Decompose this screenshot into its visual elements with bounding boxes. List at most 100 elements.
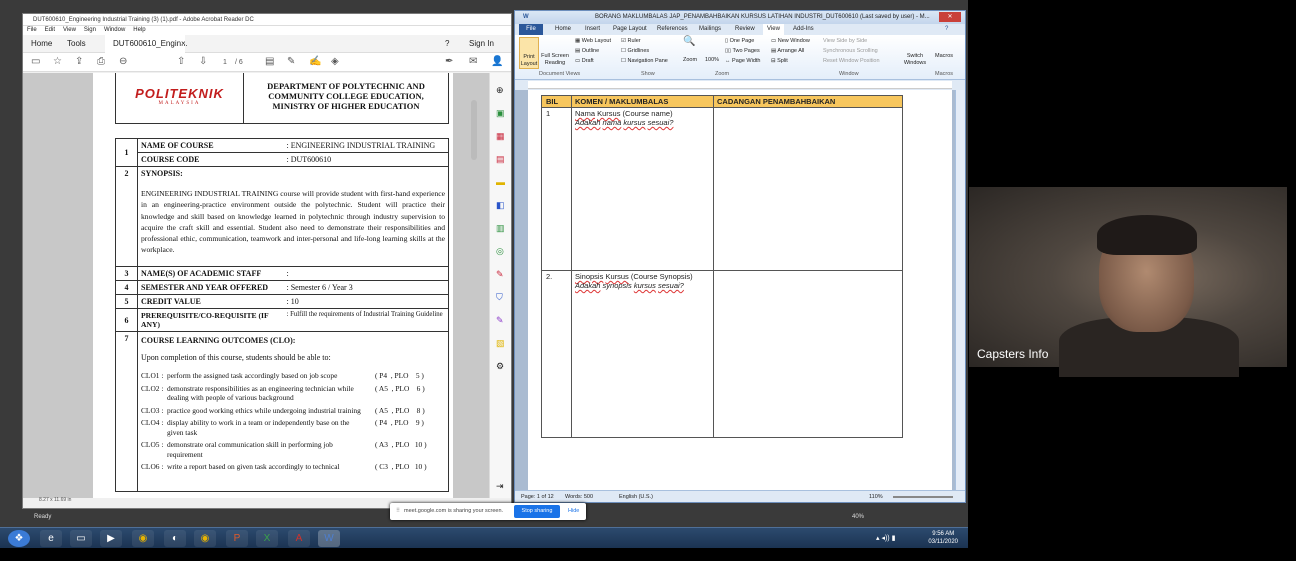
feedback-item-1[interactable]: Nama Kursus (Course name) Adakah nama ku… — [571, 107, 714, 271]
page-count[interactable]: Page: 1 of 12 — [521, 491, 554, 503]
switch-windows-button[interactable]: Switch Windows — [901, 53, 929, 67]
fill-icon[interactable]: ✎ — [496, 315, 504, 326]
one-page-button[interactable]: ▯ One Page — [725, 38, 754, 45]
split-button[interactable]: ⊟ Split — [771, 58, 788, 65]
language[interactable]: English (U.S.) — [619, 491, 653, 503]
tab-home[interactable]: Home — [31, 35, 52, 53]
app-icon[interactable]: ◐ — [164, 530, 186, 547]
full-screen-button[interactable]: Full Screen Reading — [541, 53, 569, 67]
menu-sign[interactable]: Sign — [84, 27, 96, 33]
media-icon[interactable]: ▶ — [100, 530, 122, 547]
new-window-button[interactable]: ▭ New Window — [771, 38, 810, 45]
menu-view[interactable]: View — [63, 27, 76, 33]
export-pdf-icon[interactable]: ▣ — [496, 108, 505, 119]
highlight-icon[interactable]: ✎ — [287, 57, 295, 67]
save-icon[interactable]: ▭ — [31, 57, 40, 67]
close-window-button[interactable]: ✕ — [939, 12, 961, 22]
zoom-100-button[interactable]: 100% — [705, 57, 719, 64]
menu-file[interactable]: File — [27, 27, 37, 33]
ruler-checkbox[interactable]: ☑ Ruler — [621, 38, 641, 45]
zoom-button[interactable]: Zoom — [683, 57, 697, 64]
tab-view[interactable]: View — [763, 24, 784, 35]
stop-sharing-button[interactable]: Stop sharing — [514, 505, 560, 518]
comment-icon[interactable]: ▤ — [265, 57, 274, 67]
hide-button[interactable]: Hide — [568, 503, 579, 520]
fill-sign-icon[interactable]: ✒ — [445, 57, 453, 67]
tray-icons[interactable]: ▴ ◂)) ▮ — [876, 534, 895, 542]
page-width-button[interactable]: ↔ Page Width — [725, 58, 760, 65]
tab-add-ins[interactable]: Add-Ins — [793, 24, 814, 35]
powerpoint-icon[interactable]: P — [226, 530, 248, 547]
help-word-icon[interactable]: ? — [945, 24, 948, 35]
reset-position-button[interactable]: Reset Window Position — [823, 58, 880, 65]
next-page-icon[interactable]: ⇩ — [199, 57, 207, 67]
protect-icon[interactable]: ⛉ — [496, 292, 503, 303]
start-icon[interactable]: ❖ — [8, 530, 30, 547]
stamp-icon[interactable]: ◈ — [331, 57, 339, 67]
pdf-viewport[interactable]: POLITEKNIK MALAYSIA DEPARTMENT OF POLYTE… — [23, 73, 489, 498]
enhance-icon[interactable]: ◎ — [496, 246, 504, 257]
acrobat-icon[interactable]: A — [288, 530, 310, 547]
macros-button[interactable]: Macros — [935, 53, 953, 60]
view-side-button[interactable]: View Side by Side — [823, 38, 867, 45]
web-layout-button[interactable]: ▦ Web Layout — [575, 38, 611, 45]
more-tools-icon[interactable]: ⚙ — [496, 361, 504, 372]
sign-tool-icon[interactable]: ✎ — [496, 269, 504, 280]
zoom-level[interactable]: 110% — [869, 491, 883, 503]
comment-tool-icon[interactable]: ▬ — [496, 177, 505, 187]
ie-icon[interactable]: e — [40, 530, 62, 547]
zoom-icon[interactable]: ⊕ — [496, 85, 504, 96]
zoom-slider[interactable] — [893, 496, 953, 498]
tab-tools[interactable]: Tools — [67, 35, 86, 53]
word-taskbar-icon[interactable]: W — [318, 530, 340, 547]
prev-page-icon[interactable]: ⇧ — [177, 57, 185, 67]
outline-button[interactable]: ▤ Outline — [575, 48, 599, 55]
arrange-all-button[interactable]: ▤ Arrange All — [771, 48, 804, 55]
share-user-icon[interactable]: 👤 — [491, 57, 503, 67]
help-icon[interactable]: ? — [445, 35, 449, 53]
drag-handle-icon[interactable]: ⠿ — [396, 503, 400, 520]
gridlines-checkbox[interactable]: ☐ Gridlines — [621, 48, 649, 55]
tab-insert[interactable]: Insert — [585, 24, 600, 35]
tab-review[interactable]: Review — [735, 24, 755, 35]
menu-edit[interactable]: Edit — [45, 27, 55, 33]
tab-references[interactable]: References — [657, 24, 688, 35]
sync-scroll-button[interactable]: Synchronous Scrolling — [823, 48, 878, 55]
tab-document[interactable]: DUT600610_Engin... — [105, 35, 188, 53]
print-icon[interactable]: ⎙ — [97, 57, 105, 67]
draft-button[interactable]: ▭ Draft — [575, 58, 594, 65]
two-pages-button[interactable]: ▯▯ Two Pages — [725, 48, 760, 55]
send-icon[interactable]: ▧ — [496, 338, 505, 349]
suggestion-cell-2[interactable] — [713, 270, 903, 438]
clock[interactable]: 9:56 AM 03/11/2020 — [928, 530, 958, 546]
word-count[interactable]: Words: 500 — [565, 491, 593, 503]
chrome-icon[interactable]: ◉ — [132, 530, 154, 547]
combine-icon[interactable]: ◧ — [496, 200, 505, 211]
pdf-scrollbar[interactable] — [471, 100, 477, 160]
organize-icon[interactable]: ▦ — [496, 131, 505, 142]
menu-window[interactable]: Window — [104, 27, 125, 33]
menu-help[interactable]: Help — [133, 27, 145, 33]
tab-home-word[interactable]: Home — [555, 24, 571, 35]
feedback-item-2[interactable]: Sinopsis Kursus (Course Synopsis) Adakah… — [571, 270, 714, 438]
close-tab-icon[interactable]: × — [181, 35, 186, 53]
mail-icon[interactable]: ✉ — [469, 57, 477, 67]
horizontal-ruler[interactable] — [528, 81, 952, 89]
suggestion-cell-1[interactable] — [713, 107, 903, 271]
tab-mailings[interactable]: Mailings — [699, 24, 721, 35]
zoom-out-icon[interactable]: ⊖ — [119, 57, 127, 67]
collapse-pane-icon[interactable]: ⇥ — [496, 481, 504, 492]
tab-file[interactable]: File — [519, 24, 543, 35]
nav-pane-checkbox[interactable]: ☐ Navigation Pane — [621, 58, 668, 65]
star-icon[interactable]: ☆ — [53, 57, 62, 67]
chrome-icon-2[interactable]: ◉ — [194, 530, 216, 547]
draw-icon[interactable]: ✍ — [309, 57, 321, 67]
tab-page-layout[interactable]: Page Layout — [613, 24, 647, 35]
print-layout-button[interactable]: Print Layout — [519, 37, 539, 69]
scan-icon[interactable]: ▥ — [496, 223, 505, 234]
word-document-area[interactable]: BIL KOMEN / MAKLUMBALAS CADANGAN PENAMBA… — [515, 90, 955, 491]
word-scrollbar[interactable] — [955, 90, 965, 491]
edit-pdf-icon[interactable]: ▤ — [496, 154, 505, 165]
upload-icon[interactable]: ⇪ — [75, 57, 83, 67]
excel-icon[interactable]: X — [256, 530, 278, 547]
